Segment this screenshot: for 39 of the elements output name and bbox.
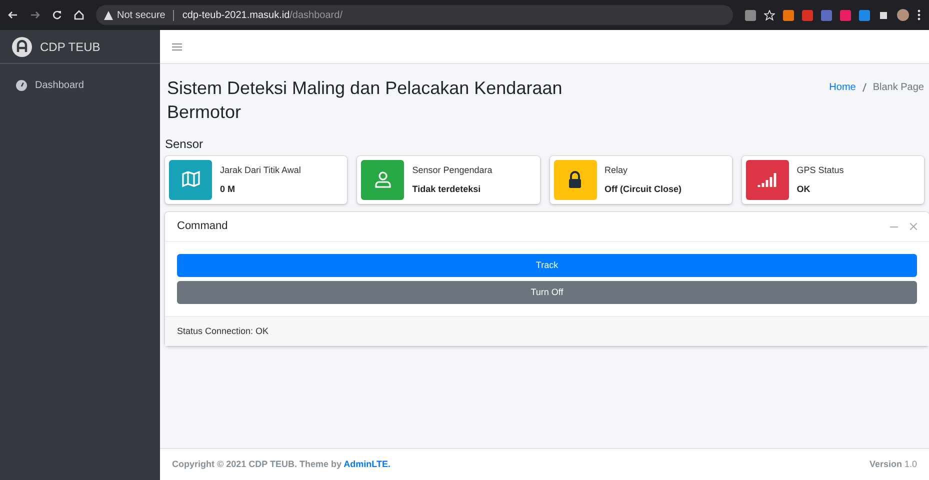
card-title: Command (177, 219, 228, 234)
info-box-value: OK (796, 184, 812, 195)
address-bar[interactable]: Not secure cdp-teub-2021.masuk.id/dashboard/ (96, 5, 733, 25)
info-box-value: Tidak terdeteksi (412, 184, 482, 195)
extension-icon[interactable] (783, 10, 794, 20)
sidebar-item[interactable]: Dashboard (8, 72, 152, 98)
extension-icon[interactable] (859, 10, 870, 20)
info-box-label: Sensor Pengendara (412, 165, 492, 176)
star-icon[interactable] (764, 10, 775, 20)
reload-icon[interactable] (52, 10, 62, 20)
command-button[interactable]: Track (177, 254, 917, 277)
command-button[interactable]: Turn Off (177, 281, 917, 304)
dashboard-icon (16, 80, 27, 90)
menu-icon[interactable] (917, 9, 921, 21)
info-box-label: Jarak Dari Titik Awal (220, 165, 301, 176)
security-label: Not secure (117, 8, 166, 22)
breadcrumb-current: Blank Page (872, 81, 924, 95)
profile-avatar[interactable] (897, 9, 909, 21)
breadcrumb-link[interactable]: Home (829, 80, 856, 95)
brand-logo (12, 36, 32, 56)
info-box-value: Off (Circuit Close) (604, 184, 682, 195)
home-icon[interactable] (74, 10, 84, 20)
extension-icon[interactable] (840, 10, 851, 20)
adminlte-link[interactable]: AdminLTE. (344, 458, 390, 469)
brand-name[interactable]: CDP TEUB (40, 38, 100, 56)
extension-icon[interactable] (802, 10, 813, 20)
version-text: Version 1.0 (869, 458, 917, 471)
info-box-label: GPS Status (796, 165, 844, 176)
back-icon[interactable] (8, 10, 18, 20)
page-title: Sistem Deteksi Maling dan Pelacakan Kendaraan Bermotor (167, 77, 564, 124)
connection-status: Status Connection: OK (177, 324, 269, 338)
info-box-value: 0 M (220, 184, 236, 195)
warning-icon (104, 10, 113, 20)
info-box-label: Relay (604, 165, 629, 176)
copyright-text: Copyright © 2021 CDP TEUB. Theme by AdminLTE. (172, 458, 390, 471)
forward-icon[interactable] (30, 10, 40, 20)
section-label: Sensor (165, 136, 204, 153)
url-text: cdp-teub-2021.masuk.id/dashboard/ (182, 8, 342, 22)
extension-icon[interactable] (821, 10, 832, 20)
